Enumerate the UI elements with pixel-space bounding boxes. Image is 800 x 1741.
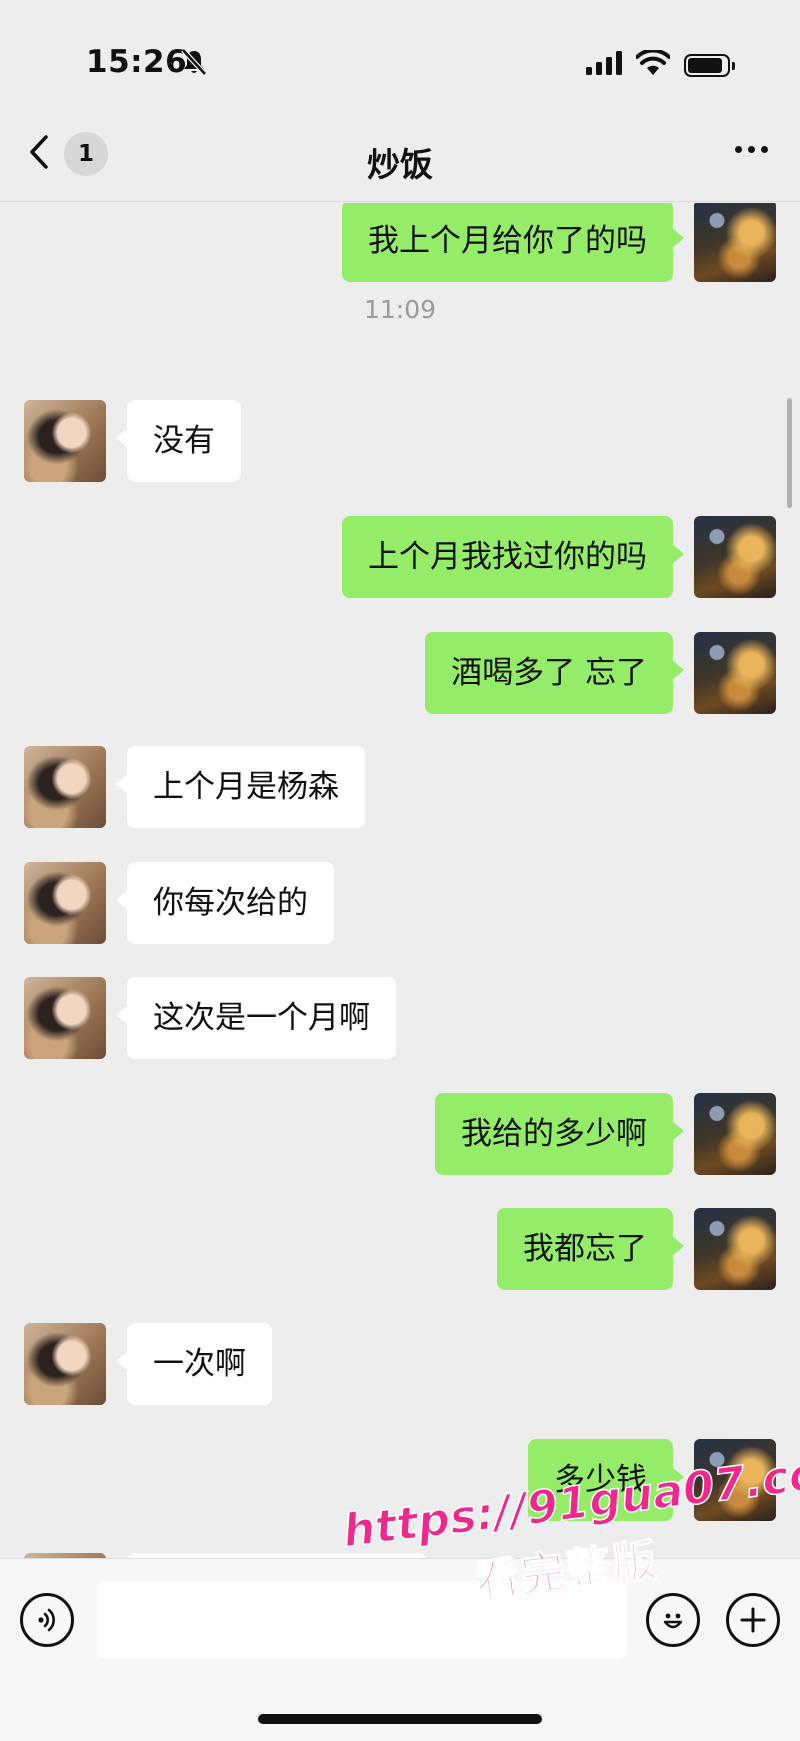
message-row-incoming: 上个月是杨森 (24, 746, 365, 828)
signal-icon (586, 51, 622, 79)
message-bubble[interactable]: 上个月我找过你的吗 (342, 516, 684, 598)
message-bubble[interactable]: 上个月是杨森 (116, 746, 365, 828)
message-bubble[interactable]: 你每次给的 (116, 862, 334, 944)
chat-header: 1 炒饭 (0, 120, 800, 202)
emoji-icon[interactable] (646, 1593, 700, 1647)
message-list[interactable]: 我上个月给你了的吗 11:09 没有 上个月我找过你的吗 酒喝多了 忘了 上个月… (0, 203, 800, 1558)
message-row-outgoing: 多少钱 (528, 1439, 776, 1521)
message-row-outgoing: 我都忘了 (497, 1208, 776, 1290)
my-avatar[interactable] (694, 632, 776, 714)
message-row-incoming: 没有 (24, 400, 241, 482)
status-time: 15:26 (86, 44, 188, 80)
message-bubble[interactable]: 没有 (116, 400, 241, 482)
message-bubble[interactable]: 酒喝多了 忘了 (425, 632, 684, 714)
message-row-outgoing: 上个月我找过你的吗 (342, 516, 776, 598)
message-bubble[interactable]: 我给的多少啊 (435, 1093, 684, 1175)
message-bubble[interactable]: 我上个月给你了的吗 (342, 203, 684, 282)
bell-slash-icon (181, 48, 207, 80)
message-row-incoming: 你每次给的 (24, 862, 334, 944)
scrollbar[interactable] (787, 398, 792, 508)
plus-icon[interactable] (726, 1593, 780, 1647)
message-row-outgoing: 我上个月给你了的吗 (342, 203, 776, 282)
more-icon[interactable] (735, 146, 768, 153)
home-indicator (258, 1714, 542, 1724)
message-row-outgoing: 酒喝多了 忘了 (425, 632, 776, 714)
chat-title: 炒饭 (367, 145, 433, 184)
contact-avatar[interactable] (24, 400, 106, 482)
my-avatar[interactable] (694, 516, 776, 598)
contact-avatar[interactable] (24, 1323, 106, 1405)
my-avatar[interactable] (694, 1439, 776, 1521)
message-bubble[interactable]: 我都忘了 (497, 1208, 684, 1290)
wifi-icon (635, 48, 671, 80)
contact-avatar[interactable] (24, 746, 106, 828)
message-bubble[interactable]: 一次啊 (116, 1323, 272, 1405)
my-avatar[interactable] (694, 1208, 776, 1290)
input-bar (0, 1558, 800, 1741)
status-bar: 15:26 (0, 0, 800, 120)
message-bubble[interactable]: 这次是一个月啊 (116, 977, 396, 1059)
message-row-incoming: 一次啊 (24, 1323, 272, 1405)
battery-icon (684, 53, 735, 77)
message-input[interactable] (97, 1581, 627, 1659)
my-avatar[interactable] (694, 203, 776, 282)
contact-avatar[interactable] (24, 977, 106, 1059)
my-avatar[interactable] (694, 1093, 776, 1175)
contact-avatar[interactable] (24, 862, 106, 944)
message-row-incoming: 这次是一个月啊 (24, 977, 396, 1059)
message-bubble[interactable]: 多少钱 (528, 1439, 684, 1521)
message-timestamp: 11:09 (363, 295, 437, 324)
message-row-outgoing: 我给的多少啊 (435, 1093, 776, 1175)
voice-icon[interactable] (20, 1593, 74, 1647)
